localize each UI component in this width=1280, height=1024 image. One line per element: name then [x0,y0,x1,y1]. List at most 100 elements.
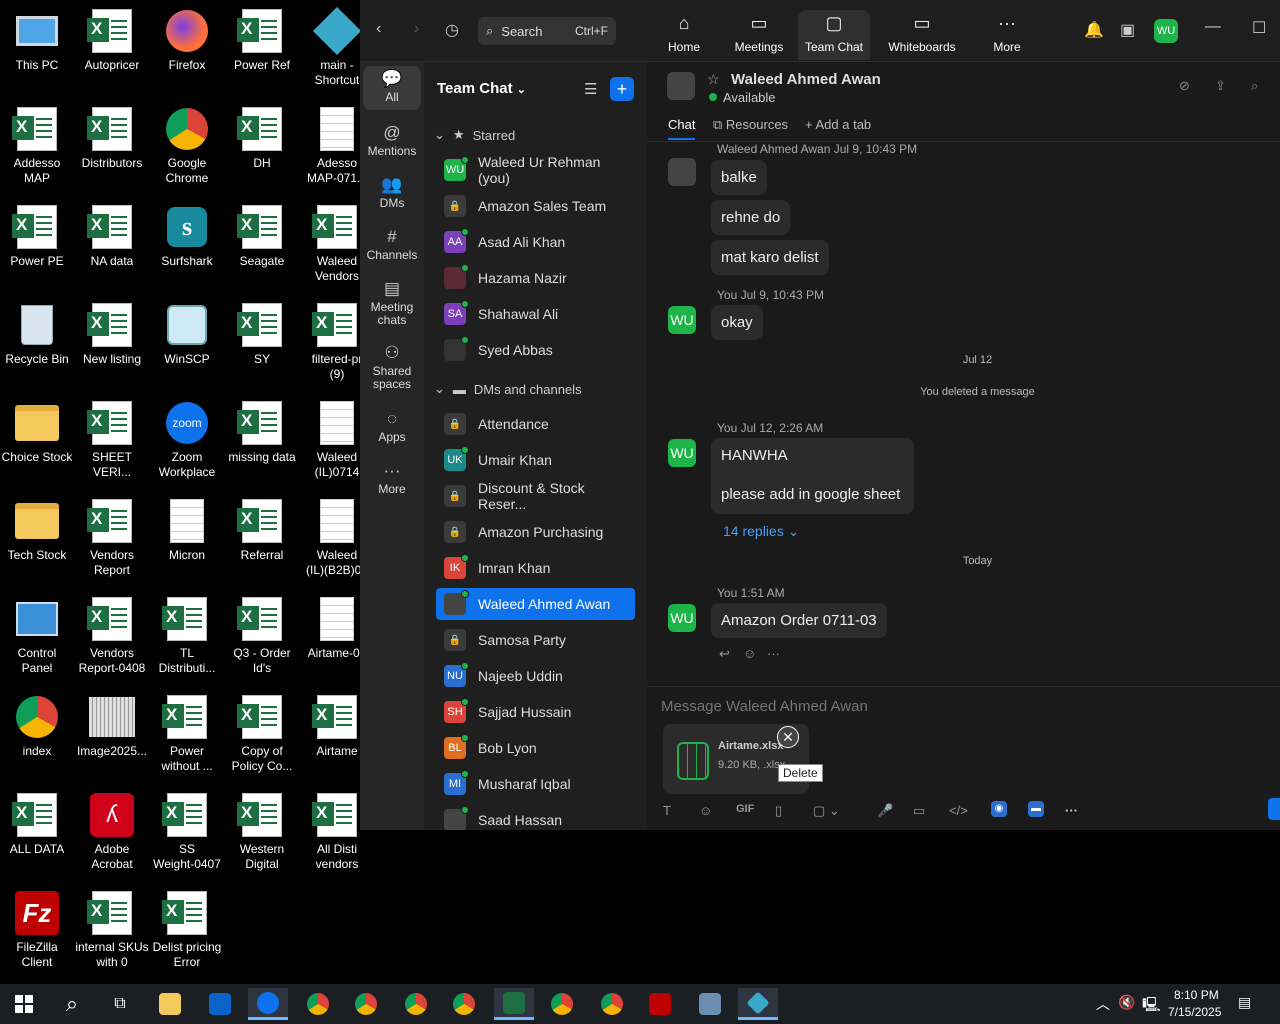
taskbar-excel[interactable] [494,988,534,1020]
taskbar-chrome[interactable] [542,988,582,1020]
desktop-icon[interactable]: X SHEET VERI... [75,400,149,480]
emoji-icon[interactable]: ☺ [699,803,712,818]
desktop-icon[interactable]: X Western Digital [225,792,299,872]
more-icon[interactable]: ··· [1065,803,1078,818]
tab-team-chat[interactable]: ▢ Team Chat [798,10,870,60]
section-starred[interactable]: ⌄ ★ Starred [434,127,515,143]
chat-list-item[interactable]: Hazama Nazir [436,262,635,294]
file-attachment[interactable]: Airtame.xlsx 9.20 KB, .xlsx ✕ [663,724,809,794]
bell-icon[interactable]: 🔔 [1084,20,1104,40]
replies-link[interactable]: 14 replies ⌄ [723,523,799,540]
chat-list-item[interactable]: Waleed Ahmed Awan [436,588,635,620]
chat-list-item[interactable]: BL Bob Lyon [436,732,635,764]
desktop-icon[interactable]: Tech Stock [0,498,74,563]
add-tab-button[interactable]: + Add a tab [805,117,871,132]
rail-dms[interactable]: 👥 DMs [363,176,421,210]
taskbar-chrome[interactable] [298,988,338,1020]
desktop-icon[interactable]: X New listing [75,302,149,367]
desktop-icon[interactable]: X ALL DATA [0,792,74,857]
chat-list-item[interactable]: 🔒 Samosa Party [436,624,635,656]
microphone-icon[interactable]: 🎤 [877,803,893,819]
taskbar-app[interactable] [738,988,778,1020]
back-icon[interactable]: ‹ [376,20,381,38]
desktop-icon[interactable]: ʎ Adobe Acrobat [75,792,149,872]
rail-meeting-chats[interactable]: ▤ Meeting chats [363,280,421,327]
message-bubble[interactable]: balke [711,160,767,195]
desktop-icon[interactable]: X Delist pricing Error [150,890,224,970]
desktop-icon[interactable]: Firefox [150,8,224,73]
rail-apps[interactable]: ◌ Apps [363,410,421,444]
desktop-icon[interactable]: X Distributors [75,106,149,171]
screenshot-icon[interactable]: ▢ ⌄ [813,803,840,819]
chat-list-item[interactable]: Syed Abbas [436,334,635,366]
screen-share-icon[interactable]: ⇪ [1215,78,1226,94]
taskbar-chrome[interactable] [396,988,436,1020]
star-outline-icon[interactable]: ☆ [707,71,720,88]
video-message-icon[interactable]: ▭ [913,803,925,819]
desktop-icon[interactable]: Xinternal SKUs with 0 [75,890,149,970]
desktop-icon[interactable]: X Seagate [225,204,299,269]
chat-list-item[interactable]: WU Waleed Ur Rehman (you) [436,154,635,186]
chevron-up-icon[interactable]: ︿ [1096,994,1110,1014]
filter-icon[interactable]: ☰ [584,80,597,98]
taskbar-filezilla[interactable] [640,988,680,1020]
calendar-icon[interactable]: ▣ [1120,20,1135,40]
more-icon[interactable]: ··· [767,646,780,661]
search-icon[interactable]: ⌕ [1251,78,1258,94]
message-bubble[interactable]: Amazon Order 0711-03 [711,603,887,638]
desktop-icon[interactable]: This PC [0,8,74,73]
chat-list-item[interactable]: 🔒 Amazon Sales Team [436,190,635,222]
desktop-icon[interactable]: Fz FileZilla Client [0,890,74,970]
desktop-icon[interactable]: zoom Zoom Workplace [150,400,224,480]
format-text-icon[interactable]: T [663,803,671,818]
desktop-icon[interactable]: X DH [225,106,299,171]
desktop-icon[interactable]: X Q3 - Order Id's [225,596,299,676]
app-icon[interactable]: ▬ [1028,801,1044,817]
list-title[interactable]: Team Chat ⌄ [437,80,526,97]
network-icon[interactable]: 🖳 [1142,994,1161,1018]
maximize-icon[interactable]: ☐ [1252,18,1266,38]
file-icon[interactable]: ▯ [775,803,782,819]
desktop-icon[interactable]: Image2025... [75,694,149,759]
rail-mentions[interactable]: @ Mentions [363,124,421,158]
section-dms[interactable]: ⌄ ▬ DMs and channels [434,381,582,397]
desktop-icon[interactable]: WinSCP [150,302,224,367]
desktop-icon[interactable]: X TL Distributi... [150,596,224,676]
tab-meetings[interactable]: ▭ Meetings [726,10,792,60]
clock-time[interactable]: 8:10 PM [1174,988,1219,1002]
desktop-icon[interactable]: index [0,694,74,759]
desktop-icon[interactable]: X Power PE [0,204,74,269]
send-button[interactable] [1268,798,1280,820]
code-icon[interactable]: </> [949,803,968,818]
taskbar-file-explorer[interactable] [150,988,190,1020]
desktop-icon[interactable]: Recycle Bin [0,302,74,367]
desktop-icon[interactable]: X Copy of Policy Co... [225,694,299,774]
remove-file-button[interactable]: ✕ [777,726,799,748]
desktop-icon[interactable]: X Vendors Report-0408 [75,596,149,676]
new-chat-button[interactable]: + [610,77,634,101]
taskbar-outlook[interactable] [200,988,240,1020]
rail-channels[interactable]: # Channels [363,228,421,262]
tab-resources[interactable]: ⧉ Resources [713,117,788,133]
desktop-icon[interactable]: X Power without ... [150,694,224,774]
desktop-icon[interactable]: Micron [150,498,224,563]
history-icon[interactable]: ◷ [445,20,459,40]
desktop-icon[interactable]: X SS Weight-0407 [150,792,224,872]
clock-date[interactable]: 7/15/2025 [1168,1005,1221,1019]
contact-avatar[interactable] [667,72,695,100]
desktop-icon[interactable]: Xmissing data [225,400,299,465]
chat-list-item[interactable]: SA Shahawal Ali [436,298,635,330]
chat-list-item[interactable]: NU Najeeb Uddin [436,660,635,692]
chat-list-item[interactable]: 🔒 Amazon Purchasing [436,516,635,548]
video-off-icon[interactable]: ⊘ [1179,78,1190,94]
emoji-react-icon[interactable]: ☺ [743,646,756,661]
tab-more[interactable]: ··· More [984,10,1030,60]
desktop-icon[interactable]: X Autopricer [75,8,149,73]
tab-home[interactable]: ⌂ Home [656,10,712,60]
forward-icon[interactable]: › [414,20,419,38]
message-bubble[interactable]: rehne do [711,200,791,235]
taskbar-zoom[interactable] [248,988,288,1020]
message-bubble[interactable]: HANWHA please add in google sheet [711,438,914,514]
desktop-icon[interactable]: X Vendors Report [75,498,149,578]
chat-list-item[interactable]: MI Musharaf Iqbal [436,768,635,800]
